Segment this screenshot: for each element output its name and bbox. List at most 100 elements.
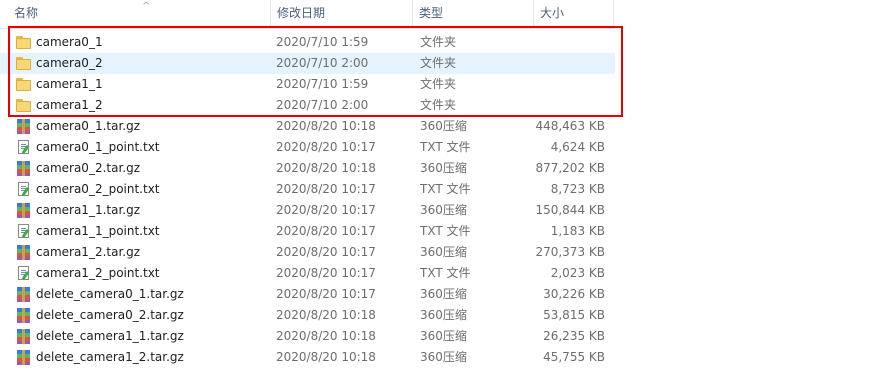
file-date: 2020/7/10 2:00 (276, 98, 369, 112)
file-name: delete_camera1_1.tar.gz (36, 329, 184, 343)
file-row[interactable]: delete_camera1_1.tar.gz 2020/8/20 10:18 36… (0, 326, 615, 347)
file-date: 2020/8/20 10:17 (276, 140, 376, 154)
file-date: 2020/8/20 10:17 (276, 287, 376, 301)
file-explorer: 名称 ^ 修改日期 类型 大小 camera0_1 2020/7/10 1:59 文… (0, 0, 889, 378)
column-header-date[interactable]: 修改日期 (270, 0, 413, 27)
file-row[interactable]: camera1_2 2020/7/10 2:00 文件夹 (0, 95, 615, 116)
file-size: 4,624 KB (550, 140, 605, 154)
file-size: 53,815 KB (543, 308, 605, 322)
column-header-name[interactable]: 名称 ^ (8, 0, 270, 27)
file-type: 360压缩 (420, 203, 467, 217)
file-row[interactable]: delete_camera0_1.tar.gz 2020/8/20 10:17 36… (0, 284, 615, 305)
file-type: 360压缩 (420, 161, 467, 175)
file-name: camera1_1.tar.gz (36, 203, 141, 217)
file-name: camera0_2.tar.gz (36, 161, 141, 175)
file-type: 文件夹 (420, 56, 457, 70)
file-date: 2020/8/20 10:17 (276, 182, 376, 196)
file-type: TXT 文件 (420, 140, 471, 154)
file-size: 30,226 KB (543, 287, 605, 301)
file-type: 文件夹 (420, 98, 457, 112)
column-header-name-label: 名称 (14, 6, 39, 20)
file-name: delete_camera0_2.tar.gz (36, 308, 184, 322)
file-type: 文件夹 (420, 35, 457, 49)
file-date: 2020/8/20 10:18 (276, 350, 376, 364)
file-type: TXT 文件 (420, 182, 471, 196)
file-date: 2020/8/20 10:17 (276, 203, 376, 217)
file-name: camera0_2 (36, 56, 103, 70)
file-size: 8,723 KB (550, 182, 605, 196)
file-name: camera1_1 (36, 77, 103, 91)
archive-icon (16, 203, 31, 218)
file-row[interactable]: camera1_2_point.txt 2020/8/20 10:17 TXT 文件… (0, 263, 615, 284)
file-list: camera0_1 2020/7/10 1:59 文件夹 camera0_2 2020/… (0, 32, 615, 368)
file-type: 文件夹 (420, 77, 457, 91)
file-date: 2020/7/10 1:59 (276, 35, 369, 49)
file-date: 2020/8/20 10:17 (276, 266, 376, 280)
file-date: 2020/7/10 1:59 (276, 77, 369, 91)
file-row[interactable]: camera0_1.tar.gz 2020/8/20 10:18 360压缩 448,… (0, 116, 615, 137)
file-date: 2020/8/20 10:18 (276, 119, 376, 133)
text-file-icon (16, 266, 31, 281)
archive-icon (16, 287, 31, 302)
archive-icon (16, 308, 31, 323)
file-row[interactable]: camera0_2_point.txt 2020/8/20 10:17 TXT 文件… (0, 179, 615, 200)
file-size: 448,463 KB (535, 119, 605, 133)
file-type: 360压缩 (420, 350, 467, 364)
file-date: 2020/8/20 10:17 (276, 245, 376, 259)
file-date: 2020/8/20 10:18 (276, 308, 376, 322)
archive-icon (16, 350, 31, 365)
column-header-bar: 名称 ^ 修改日期 类型 大小 (0, 0, 615, 29)
file-size: 877,202 KB (535, 161, 605, 175)
file-row[interactable]: camera0_2.tar.gz 2020/8/20 10:18 360压缩 877,… (0, 158, 615, 179)
file-name: camera0_1 (36, 35, 103, 49)
file-name: camera0_2_point.txt (36, 182, 160, 196)
file-date: 2020/8/20 10:18 (276, 161, 376, 175)
sort-ascending-icon: ^ (142, 1, 151, 12)
archive-icon (16, 245, 31, 260)
file-row[interactable]: camera1_1.tar.gz 2020/8/20 10:17 360压缩 150,… (0, 200, 615, 221)
file-size: 1,183 KB (550, 224, 605, 238)
text-file-icon (16, 224, 31, 239)
file-name: delete_camera0_1.tar.gz (36, 287, 184, 301)
folder-icon (16, 35, 31, 49)
file-size: 45,755 KB (543, 350, 605, 364)
archive-icon (16, 161, 31, 176)
file-row[interactable]: camera0_1 2020/7/10 1:59 文件夹 (0, 32, 615, 53)
file-type: 360压缩 (420, 119, 467, 133)
file-row[interactable]: camera1_1 2020/7/10 1:59 文件夹 (0, 74, 615, 95)
file-name: camera1_2 (36, 98, 103, 112)
column-header-size[interactable]: 大小 (534, 0, 614, 27)
file-row[interactable]: camera0_1_point.txt 2020/8/20 10:17 TXT 文件… (0, 137, 615, 158)
file-date: 2020/7/10 2:00 (276, 56, 369, 70)
folder-icon (16, 98, 31, 112)
file-date: 2020/8/20 10:18 (276, 329, 376, 343)
file-type: 360压缩 (420, 287, 467, 301)
archive-icon (16, 119, 31, 134)
file-type: 360压缩 (420, 245, 467, 259)
file-type: 360压缩 (420, 308, 467, 322)
file-name: camera0_1.tar.gz (36, 119, 141, 133)
file-size: 26,235 KB (543, 329, 605, 343)
file-row[interactable]: camera1_1_point.txt 2020/8/20 10:17 TXT 文件… (0, 221, 615, 242)
file-name: delete_camera1_2.tar.gz (36, 350, 184, 364)
file-row[interactable]: camera1_2.tar.gz 2020/8/20 10:17 360压缩 270,… (0, 242, 615, 263)
column-header-type[interactable]: 类型 (413, 0, 534, 27)
file-name: camera1_2.tar.gz (36, 245, 141, 259)
file-name: camera1_2_point.txt (36, 266, 160, 280)
file-type: TXT 文件 (420, 266, 471, 280)
file-name: camera0_1_point.txt (36, 140, 160, 154)
file-row[interactable]: delete_camera1_2.tar.gz 2020/8/20 10:18 36… (0, 347, 615, 368)
file-row[interactable]: camera0_2 2020/7/10 2:00 文件夹 (0, 53, 615, 74)
file-size: 270,373 KB (535, 245, 605, 259)
file-type: 360压缩 (420, 329, 467, 343)
folder-icon (16, 56, 31, 70)
file-name: camera1_1_point.txt (36, 224, 160, 238)
file-type: TXT 文件 (420, 224, 471, 238)
file-size: 2,023 KB (550, 266, 605, 280)
file-size: 150,844 KB (535, 203, 605, 217)
folder-icon (16, 77, 31, 91)
file-date: 2020/8/20 10:17 (276, 224, 376, 238)
archive-icon (16, 329, 31, 344)
text-file-icon (16, 140, 31, 155)
file-row[interactable]: delete_camera0_2.tar.gz 2020/8/20 10:18 36… (0, 305, 615, 326)
